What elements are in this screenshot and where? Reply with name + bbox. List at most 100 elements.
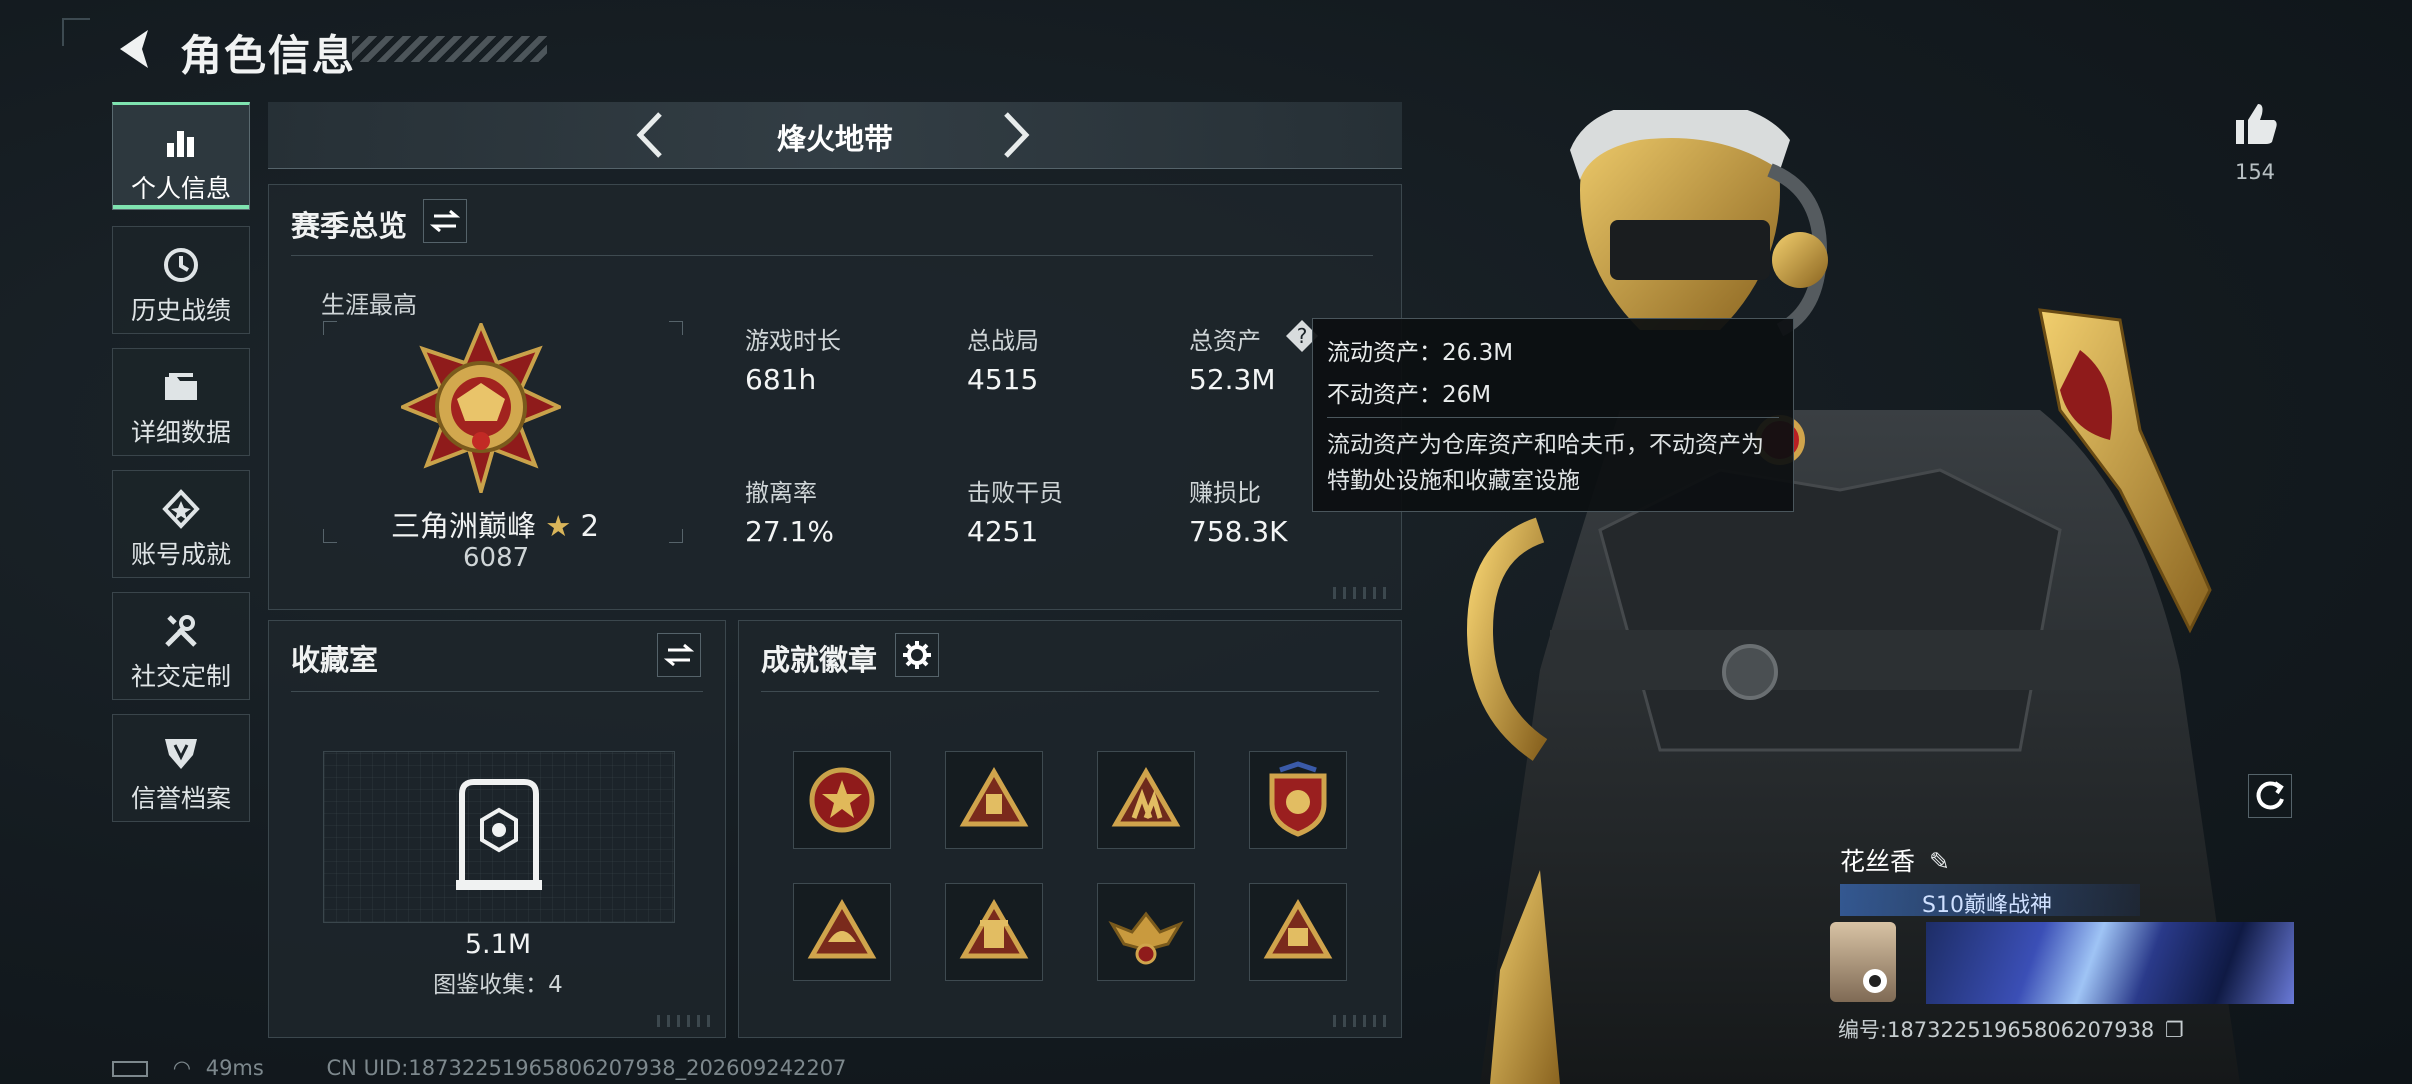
season-overview-panel: 赛季总览 生涯最高 三角洲巅峰 ★ 2 6087 游戏时长 681h 总战局 4…: [268, 184, 1402, 610]
sidebar-item-social-custom[interactable]: 社交定制: [112, 592, 250, 700]
achievement-badge[interactable]: [1249, 883, 1347, 981]
sidebar-item-label: 个人信息: [130, 174, 231, 203]
corner-decoration: [62, 18, 90, 46]
stat-label: 赚损比: [1189, 479, 1261, 507]
stat-value: 681h: [745, 363, 817, 396]
collection-preview[interactable]: [323, 751, 675, 923]
rank-name-text: 三角洲巅峰: [391, 509, 537, 543]
assets-tooltip: 流动资产：26.3M 不动资产：26M 流动资产为仓库资产和哈夫币，不动资产为特…: [1312, 318, 1794, 512]
shield-icon: [165, 739, 197, 769]
badge-soldiers-icon: [1111, 766, 1181, 827]
achievement-badge[interactable]: [793, 751, 891, 849]
avatar-overlay-icon: [1863, 969, 1887, 993]
badge-eagle-icon: [1108, 911, 1184, 965]
uid-text: CN UID:18732251965806207938_202609242207: [326, 1056, 847, 1080]
sidebar-item-achievements[interactable]: 账号成就: [112, 470, 250, 578]
chevron-right-icon[interactable]: [996, 110, 1036, 160]
title-badge: S10巅峰战神: [1840, 884, 2140, 918]
rotate-button[interactable]: [2248, 774, 2292, 818]
sidebar-item-label: 详细数据: [130, 418, 231, 447]
badge-number-icon: [1263, 898, 1333, 959]
star-icon: ★: [545, 509, 572, 543]
thumbs-up-icon[interactable]: [2232, 100, 2280, 146]
sidebar-item-label: 账号成就: [130, 540, 231, 569]
rank-stars: 2: [580, 509, 599, 543]
title-stripes: [352, 36, 547, 62]
mode-label: 烽火地带: [776, 122, 893, 156]
sidebar-item-label: 历史战绩: [130, 296, 231, 325]
avatar[interactable]: [1830, 922, 1896, 1002]
achievements-panel: 成就徽章: [738, 620, 1402, 1038]
achievement-badge[interactable]: [1097, 751, 1195, 849]
clock-icon: [164, 248, 198, 282]
like-count: 154: [2234, 160, 2276, 184]
stat-value: 758.3K: [1189, 515, 1288, 548]
stat-label: 击败干员: [967, 479, 1063, 507]
rotate-icon: [2256, 781, 2284, 810]
achievement-badge[interactable]: [945, 883, 1043, 981]
rank-score: 6087: [463, 543, 530, 573]
swap-button[interactable]: [423, 199, 467, 243]
copy-icon[interactable]: ❐: [2165, 1018, 2184, 1042]
swap-icon: [663, 643, 695, 667]
gear-icon: [903, 641, 931, 669]
rank-emblem-icon: [401, 323, 561, 493]
corner-ticks: [1333, 1015, 1389, 1027]
divider: [291, 691, 703, 692]
stat-value: 52.3M: [1189, 363, 1276, 396]
tooltip-fixed-assets: 不动资产：26M: [1327, 382, 1492, 408]
stat-label: 总战局: [967, 327, 1039, 355]
back-arrow-icon[interactable]: [112, 26, 158, 72]
sidebar-item-label: 信誉档案: [130, 784, 231, 813]
career-best-label: 生涯最高: [321, 291, 417, 319]
status-bar: ◠ 49ms CN UID:18732251965806207938_20260…: [112, 1056, 846, 1080]
swap-button[interactable]: [657, 633, 701, 677]
sidebar-item-label: 社交定制: [130, 662, 231, 691]
badge-triangle-icon: [959, 766, 1029, 827]
collection-title: 收藏室: [291, 643, 379, 677]
ping-value: 49ms: [205, 1056, 264, 1080]
tools-icon: [165, 615, 197, 647]
stat-label: 总资产: [1189, 327, 1261, 355]
divider: [761, 691, 1379, 692]
stat-value: 4515: [967, 363, 1039, 396]
divider: [291, 255, 1373, 256]
achievement-badge[interactable]: [1097, 883, 1195, 981]
wifi-icon: ◠: [172, 1056, 192, 1080]
collection-count: 图鉴收集：4: [433, 972, 563, 998]
player-name: 花丝香 ✎: [1840, 842, 1950, 878]
collection-cabinet-icon: [456, 779, 542, 890]
corner-ticks: [657, 1015, 713, 1027]
badge-tower-icon: [959, 898, 1029, 959]
season-title: 赛季总览: [291, 209, 408, 243]
player-name-text: 花丝香: [1840, 847, 1916, 876]
badge-shield-icon: [1269, 761, 1327, 837]
achievement-badge[interactable]: [1249, 751, 1347, 849]
badge-star-icon: [809, 767, 875, 833]
page-title: 角色信息: [180, 31, 357, 80]
bar-chart-icon: [167, 131, 194, 157]
stat-value: 4251: [967, 515, 1039, 548]
achievements-title: 成就徽章: [761, 643, 878, 677]
settings-button[interactable]: [895, 633, 939, 677]
stat-value: 27.1%: [745, 515, 834, 548]
tooltip-description: 流动资产为仓库资产和哈夫币，不动资产为特勤处设施和收藏室设施: [1327, 432, 1764, 494]
sidebar-item-history[interactable]: 历史战绩: [112, 226, 250, 334]
corner-ticks: [1333, 587, 1389, 599]
sidebar-item-personal-info[interactable]: 个人信息: [112, 102, 250, 210]
svg-text:?: ?: [1297, 324, 1308, 348]
achievement-icon: [162, 489, 200, 529]
tooltip-divider: [1327, 417, 1779, 418]
sidebar-item-reputation[interactable]: 信誉档案: [112, 714, 250, 822]
name-card-banner[interactable]: [1926, 922, 2294, 1004]
badge-helmet-icon: [807, 898, 877, 959]
edit-pencil-icon[interactable]: ✎: [1929, 847, 1950, 876]
folder-icon: [165, 373, 197, 400]
collection-panel: 收藏室 5.1M 图鉴收集：4: [268, 620, 726, 1038]
rank-name: 三角洲巅峰 ★ 2: [391, 503, 599, 545]
sidebar-item-detailed-data[interactable]: 详细数据: [112, 348, 250, 456]
achievement-badge[interactable]: [945, 751, 1043, 849]
stat-label: 撤离率: [745, 479, 817, 507]
tooltip-liquid-assets: 流动资产：26.3M: [1327, 340, 1514, 366]
achievement-badge[interactable]: [793, 883, 891, 981]
